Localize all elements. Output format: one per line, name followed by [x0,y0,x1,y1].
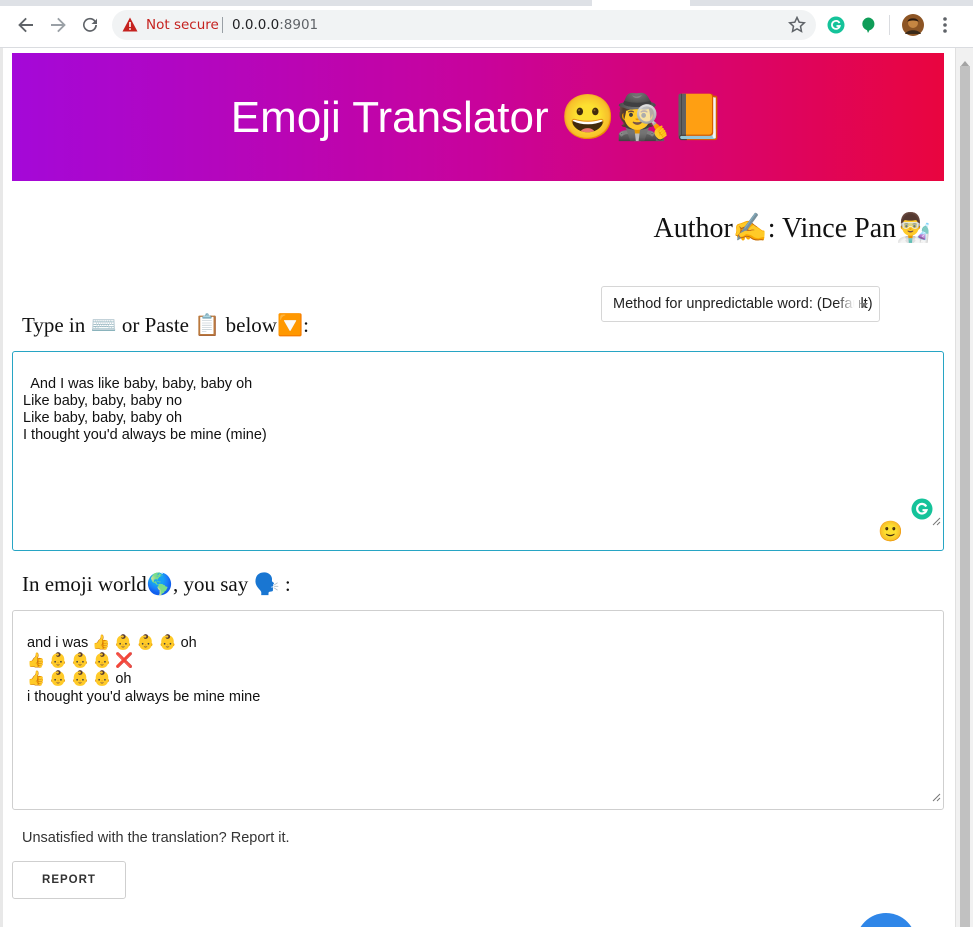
author-credit: Author✍️: Vince Pan👨‍🔬 [653,213,932,244]
security-label[interactable]: Not secure [146,17,219,33]
omnibox-divider [222,17,223,33]
forward-arrow-icon[interactable] [46,13,70,37]
header-banner: Emoji Translator 😀🕵️📙 [12,53,944,181]
vertical-scrollbar[interactable] [955,48,973,927]
scrollbar-thumb[interactable] [960,66,970,927]
toolbar-divider [889,15,890,35]
menu-dots-icon[interactable] [933,13,957,37]
output-line-3: 👍 👶 👶 👶 oh [27,671,132,687]
back-arrow-icon[interactable] [14,13,38,37]
input-text: And I was like baby, baby, baby oh Like … [23,376,267,443]
warning-icon[interactable] [122,17,138,37]
output-line-1: and i was 👍 👶 👶 👶 oh [27,635,197,651]
address-bar[interactable]: Not secure 0.0.0.0:8901 [112,10,816,40]
output-line-4: i thought you'd always be mine mine [27,689,261,705]
dropdown-fade [837,288,859,320]
input-label: Type in ⌨️ or Paste 📋 below🔽: [22,313,309,337]
url-host: 0.0.0.0 [232,17,280,33]
method-dropdown-value: Method for unpredictable word: (Default) [613,296,873,312]
page-title: Emoji Translator 😀🕵️📙 [230,93,726,142]
input-textarea[interactable]: And I was like baby, baby, baby oh Like … [12,351,944,551]
output-line-2: 👍 👶 👶 👶 ❌ [27,653,134,669]
chevron-down-icon[interactable] [860,303,868,308]
tab-strip [0,0,973,6]
output-box[interactable]: and i was 👍 👶 👶 👶 oh 👍 👶 👶 👶 ❌ 👍 👶 👶 👶 o… [12,610,944,810]
url-port: :8901 [279,17,319,33]
extension-icon[interactable] [856,13,880,37]
report-prompt: Unsatisfied with the translation? Report… [22,830,290,846]
grammarly-icon[interactable] [824,13,848,37]
output-line: and i was 👍 👶 👶 👶 oh [27,634,929,652]
star-icon[interactable] [787,15,807,39]
output-label: In emoji world🌎, you say 🗣️ : [22,572,291,596]
method-dropdown[interactable]: Method for unpredictable word: (Default) [601,286,880,322]
output-line: 👍 👶 👶 👶 ❌ [27,652,929,670]
resize-handle-icon[interactable] [932,789,941,807]
resize-handle-icon[interactable] [916,497,941,548]
active-tab[interactable] [592,0,690,6]
report-button[interactable]: REPORT [12,861,126,899]
reload-icon[interactable] [78,13,102,37]
url-text[interactable]: 0.0.0.0:8901 [232,17,318,33]
browser-toolbar: Not secure 0.0.0.0:8901 [0,0,973,48]
avatar[interactable] [901,13,925,37]
output-line: i thought you'd always be mine mine [27,688,929,706]
output-line: 👍 👶 👶 👶 oh [27,670,929,688]
